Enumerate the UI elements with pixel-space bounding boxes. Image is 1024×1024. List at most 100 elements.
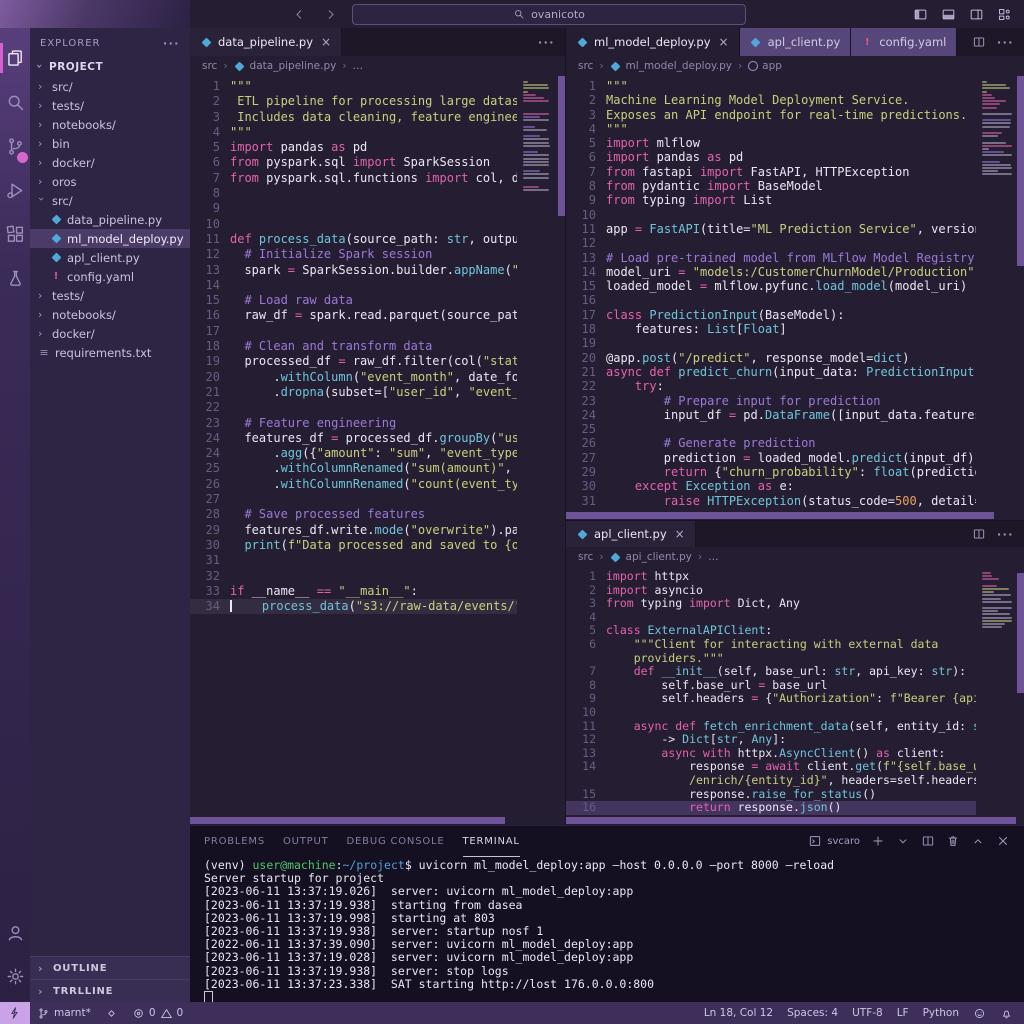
toggle-sidebar-icon[interactable] [913, 7, 928, 22]
tree-item-config-yaml[interactable]: !config.yaml [30, 267, 190, 286]
code-line[interactable]: 34 process_data("s3://raw-data/events/",… [190, 599, 517, 614]
code-line[interactable]: 6from pyspark.sql import SparkSession [190, 155, 517, 170]
code-line[interactable]: 29 features_df.write.mode("overwrite").p… [190, 523, 517, 538]
code-line[interactable]: 7from fastapi import FastAPI, HTTPExcept… [566, 165, 976, 179]
git-branch-item[interactable]: marnt* [30, 1002, 98, 1024]
status-item-spaces-4[interactable]: Spaces: 4 [780, 1007, 845, 1019]
vertical-scrollbar[interactable] [1017, 76, 1024, 266]
code-line[interactable]: 4 [566, 611, 976, 625]
close-icon[interactable]: × [719, 35, 729, 49]
tab-data-pipeline-py[interactable]: data_pipeline.py× [190, 28, 342, 56]
breadcrumb-item[interactable]: … [708, 551, 719, 563]
code-line[interactable]: 8from pydantic import BaseModel [566, 179, 976, 193]
code-line[interactable]: 3 Includes data cleaning, feature engine… [190, 110, 517, 125]
more-actions-icon[interactable]: ··· [538, 36, 555, 49]
breadcrumb-item[interactable]: app [748, 60, 782, 72]
code-line[interactable]: 5import mlflow [566, 136, 976, 150]
code-line[interactable]: 11def process_data(source_path: str, out… [190, 232, 517, 247]
code-line[interactable]: 14 response = await client.get(f"{self.b… [566, 760, 976, 774]
code-line[interactable]: 15loaded_model = mlflow.pyfunc.load_mode… [566, 279, 976, 293]
vertical-scrollbar[interactable] [558, 76, 565, 216]
editor-left-code[interactable]: 1"""2 ETL pipeline for processing large … [190, 76, 565, 825]
code-line[interactable]: 23 # Feature engineering [190, 416, 517, 431]
terminal-dropdown-icon[interactable] [896, 834, 910, 848]
more-actions-icon[interactable]: ··· [997, 528, 1014, 541]
code-line[interactable]: 6import pandas as pd [566, 150, 976, 164]
code-line[interactable]: 20@app.post("/predict", response_model=d… [566, 351, 976, 365]
tree-item-src[interactable]: ›src/ [30, 191, 190, 210]
terminal-output[interactable]: (venv) user@machine:~/project$ uvicorn m… [190, 856, 1024, 1002]
maximize-panel-icon[interactable] [971, 834, 985, 848]
code-line[interactable]: 26 .withColumnRenamed("count(event_type)… [190, 477, 517, 492]
split-editor-icon[interactable] [972, 35, 986, 49]
breadcrumb-item[interactable]: data_pipeline.py [234, 60, 337, 72]
notifications-item[interactable] [993, 1007, 1020, 1020]
code-line[interactable]: 6 """Client for interacting with externa… [566, 638, 976, 652]
code-line[interactable]: 4""" [190, 125, 517, 140]
code-line[interactable]: 8 [190, 186, 517, 201]
code-line[interactable]: 32 [190, 569, 517, 584]
feedback-item[interactable] [966, 1007, 993, 1020]
code-line[interactable]: 15 response.raise_for_status() [566, 788, 976, 802]
code-line[interactable]: 25 [566, 422, 976, 436]
vertical-scrollbar[interactable] [1017, 573, 1024, 693]
kill-terminal-icon[interactable] [946, 834, 960, 848]
tree-item-tests[interactable]: ›tests/ [30, 96, 190, 115]
activity-settings[interactable] [0, 954, 30, 998]
shell-selector[interactable]: svcaro [808, 834, 860, 848]
tree-item-docker[interactable]: ›docker/ [30, 324, 190, 343]
code-line[interactable]: 18 # Clean and transform data [190, 339, 517, 354]
panel-tab-debug-console[interactable]: DEBUG CONSOLE [347, 826, 445, 857]
status-item-python[interactable]: Python [916, 1007, 966, 1019]
panel-tab-problems[interactable]: PROBLEMS [204, 826, 265, 857]
tab-apl-client-py[interactable]: apl_client.py [740, 28, 852, 56]
activity-source-control[interactable] [0, 124, 30, 168]
code-line[interactable]: 13# Load pre-trained model from MLflow M… [566, 251, 976, 265]
code-line[interactable]: 30 except Exception as e: [566, 479, 976, 493]
code-line[interactable]: 14model_uri = "models:/CustomerChurnMode… [566, 265, 976, 279]
code-line[interactable]: 11 async def fetch_enrichment_data(self,… [566, 720, 976, 734]
new-terminal-icon[interactable] [871, 834, 885, 848]
close-panel-icon[interactable] [996, 834, 1010, 848]
code-line[interactable]: 2 ETL pipeline for processing large data… [190, 94, 517, 109]
sync-item[interactable] [98, 1002, 125, 1024]
code-line[interactable]: 10 [566, 706, 976, 720]
tree-item-docker[interactable]: ›docker/ [30, 153, 190, 172]
code-line[interactable]: 5class ExternalAPIClient: [566, 624, 976, 638]
activity-run-debug[interactable] [0, 168, 30, 212]
status-item-lf[interactable]: LF [890, 1007, 916, 1019]
split-editor-icon[interactable] [972, 527, 986, 541]
command-search-box[interactable]: ovanicoto [352, 4, 746, 25]
code-line[interactable]: 10 [566, 208, 976, 222]
code-line[interactable]: 2Machine Learning Model Deployment Servi… [566, 93, 976, 107]
code-line[interactable]: 1""" [190, 79, 517, 94]
activity-testing[interactable] [0, 256, 30, 300]
tree-item-notebooks[interactable]: ›notebooks/ [30, 305, 190, 324]
breadcrumb-item[interactable]: … [353, 60, 364, 72]
code-line[interactable]: 15 # Load raw data [190, 293, 517, 308]
code-line[interactable]: 9 self.headers = {"Authorization": f"Bea… [566, 692, 976, 706]
code-line[interactable]: 24 features_df = processed_df.groupBy("u… [190, 431, 517, 446]
code-line[interactable]: 22 [190, 400, 517, 415]
tree-item-data-pipeline-py[interactable]: data_pipeline.py [30, 210, 190, 229]
sidebar-section-outline[interactable]: ›OUTLINE [30, 956, 190, 979]
activity-extensions[interactable] [0, 212, 30, 256]
status-item-utf-8[interactable]: UTF-8 [845, 1007, 890, 1019]
breadcrumb-item[interactable]: src [202, 60, 217, 72]
code-line[interactable]: /enrich/{entity_id}", headers=self.heade… [566, 774, 976, 788]
activity-search[interactable] [0, 80, 30, 124]
code-line[interactable]: 19 processed_df = raw_df.filter(col("sta… [190, 354, 517, 369]
code-line[interactable]: 12 # Initialize Spark session [190, 247, 517, 262]
panel-tab-output[interactable]: OUTPUT [283, 826, 329, 857]
code-line[interactable]: 31 raise HTTPException(status_code=500, … [566, 494, 976, 508]
tab-config-yaml[interactable]: !config.yaml [851, 28, 957, 56]
sidebar-section-trrlline[interactable]: ›TRRLLINE [30, 979, 190, 1002]
code-line[interactable]: 31 [190, 553, 517, 568]
horizontal-scrollbar[interactable] [566, 817, 1016, 824]
code-line[interactable]: 24 .agg({"amount": "sum", "event_type": … [190, 446, 517, 461]
code-line[interactable]: 23 # Prepare input for prediction [566, 394, 976, 408]
activity-explorer[interactable] [0, 36, 30, 80]
code-line[interactable]: 16 [566, 293, 976, 307]
code-line[interactable]: 33if __name__ == "__main__": [190, 584, 517, 599]
code-line[interactable]: 9 [190, 201, 517, 216]
